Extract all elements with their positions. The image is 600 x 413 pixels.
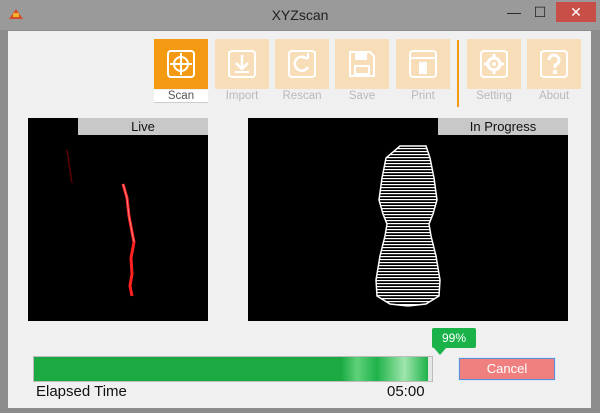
title-bar[interactable]: XYZscan — ☐ ✕	[0, 0, 600, 30]
progress-percent-badge: 99%	[432, 328, 476, 355]
rescan-button[interactable]: Rescan	[275, 39, 329, 105]
save-label: Save	[348, 90, 376, 102]
import-button[interactable]: Import	[215, 39, 269, 105]
scan-label: Scan	[154, 90, 208, 103]
toolbar-separator	[457, 40, 459, 107]
setting-label: Setting	[476, 90, 512, 102]
save-icon	[335, 39, 389, 89]
minimize-button[interactable]: —	[502, 2, 526, 22]
gear-icon	[467, 39, 521, 89]
scan-button[interactable]: Scan	[154, 39, 208, 105]
rescan-label: Rescan	[282, 90, 322, 102]
app-window: XYZscan — ☐ ✕ Scan Import Rescan Save Pr…	[0, 0, 600, 413]
about-button[interactable]: About	[527, 39, 581, 105]
main-panel: Scan Import Rescan Save Print Setting Ab…	[8, 31, 591, 408]
scan-icon	[154, 39, 208, 89]
elapsed-time-label: Elapsed Time	[36, 383, 127, 400]
elapsed-time-value: 05:00	[387, 383, 425, 400]
progress-bar-fill	[34, 357, 429, 381]
rescan-icon	[275, 39, 329, 89]
close-button[interactable]: ✕	[556, 2, 596, 22]
scan-progress-view: In Progress	[248, 118, 568, 321]
laser-line-image	[66, 149, 136, 297]
print-button[interactable]: Print	[396, 39, 450, 105]
question-icon	[527, 39, 581, 89]
print-icon	[396, 39, 450, 89]
save-button[interactable]: Save	[335, 39, 389, 105]
progress-bar	[33, 356, 433, 382]
live-view: Live	[28, 118, 208, 321]
import-label: Import	[225, 90, 259, 102]
about-label: About	[538, 90, 570, 102]
print-label: Print	[411, 90, 435, 102]
setting-button[interactable]: Setting	[467, 39, 521, 105]
cancel-button[interactable]: Cancel	[458, 357, 556, 381]
maximize-button[interactable]: ☐	[528, 2, 552, 22]
import-icon	[215, 39, 269, 89]
bottle-scan-model	[375, 145, 441, 307]
